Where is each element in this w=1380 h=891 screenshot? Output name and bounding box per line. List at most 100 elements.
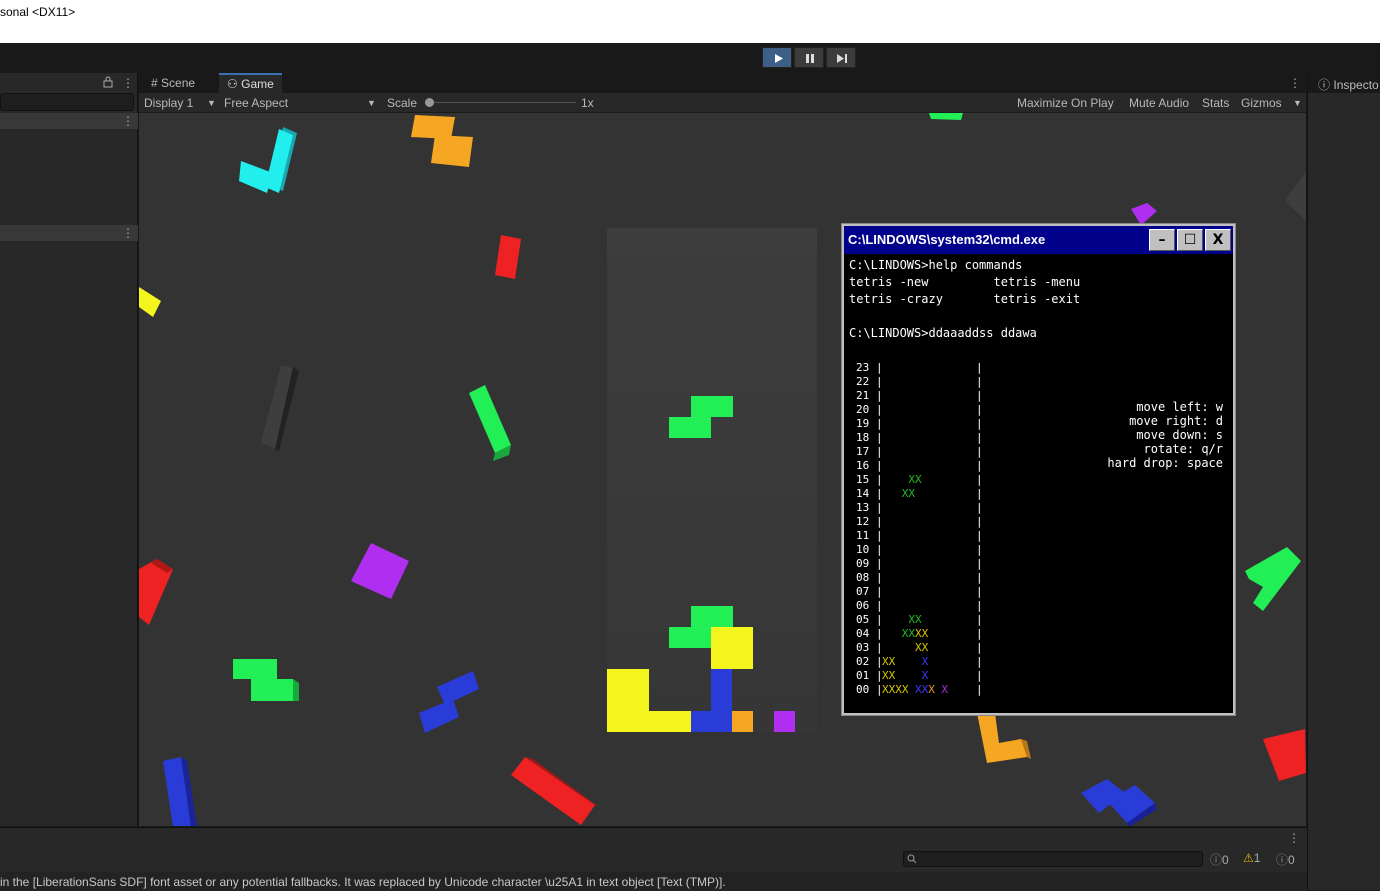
minimize-button[interactable]: –	[1149, 229, 1175, 251]
scale-slider-track[interactable]	[426, 102, 576, 103]
play-button[interactable]	[762, 47, 792, 68]
cmd-grid-cell: XX	[901, 487, 916, 500]
tab-scene[interactable]: # Scene	[143, 73, 203, 93]
cmd-grid-wall: |	[976, 445, 983, 458]
gizmos-toggle[interactable]: Gizmos	[1238, 94, 1285, 112]
aspect-select[interactable]: Free Aspect	[224, 96, 288, 110]
cmd-grid-cell: XX	[882, 669, 896, 682]
close-button[interactable]: X	[1205, 229, 1231, 251]
cmd-control-hint: hard drop: space	[1107, 456, 1223, 470]
cmd-grid-wall: |	[976, 641, 983, 654]
gray-piece-edge	[1285, 171, 1306, 221]
cmd-grid-cell: XX	[908, 473, 922, 486]
info-count[interactable]: ⓘ0	[1210, 851, 1229, 868]
stats-toggle[interactable]: Stats	[1199, 94, 1232, 112]
green-piece-top	[929, 113, 963, 120]
console-message[interactable]: in the [LiberationSans SDF] font asset o…	[0, 872, 1307, 891]
info-icon: ⓘ	[1318, 78, 1331, 92]
console-menu-icon[interactable]: ⋮	[1288, 832, 1300, 844]
scene-row-menu-icon[interactable]: ⋮	[122, 115, 134, 127]
cmd-grid-row-label: 03	[856, 641, 870, 654]
display-select[interactable]: Display 1	[144, 96, 193, 110]
cmd-grid-row-label: 15	[856, 473, 870, 486]
cmd-grid-wall: |	[976, 627, 983, 640]
cmd-grid-wall: |	[876, 641, 883, 654]
cmd-grid-wall: |	[976, 669, 983, 682]
cmd-grid-row-label: 12	[856, 515, 870, 528]
cmd-control-hint: move right: d	[1129, 414, 1223, 428]
orange-z-piece-top	[411, 115, 473, 167]
orange-l-piece	[977, 713, 1031, 763]
tab-inspector[interactable]: ⓘ Inspecto	[1308, 73, 1380, 93]
cmd-grid-wall: |	[976, 431, 983, 444]
hierarchy-header: ⋮	[0, 73, 137, 93]
main-toolbar	[0, 43, 1380, 73]
cmd-grid-row-label: 08	[856, 571, 870, 584]
cmd-grid-wall: |	[876, 431, 883, 444]
tetris-board	[607, 228, 817, 732]
cmd-grid-wall: |	[876, 529, 883, 542]
cmd-grid-wall: |	[876, 375, 883, 388]
cmd-grid-row-label: 14	[856, 487, 870, 500]
cmd-grid-wall: |	[976, 529, 983, 542]
display-dropdown-icon[interactable]: ▼	[207, 98, 216, 108]
cmd-grid-wall: |	[876, 515, 883, 528]
hierarchy-scene-row-2[interactable]: ⋮	[0, 225, 138, 241]
tab-game[interactable]: ⚇ Game	[219, 73, 282, 93]
maximize-button[interactable]: ☐	[1177, 229, 1203, 251]
red-block-small	[495, 235, 521, 279]
cmd-grid-cell: XXXX	[882, 683, 909, 696]
blue-s-piece	[419, 671, 479, 733]
cmd-grid-cell: XX	[915, 683, 929, 696]
scale-slider-handle[interactable]	[425, 98, 434, 107]
cmd-grid-wall: |	[976, 501, 983, 514]
lock-icon[interactable]	[102, 76, 114, 88]
hierarchy-search-input[interactable]	[0, 93, 134, 111]
scale-label: Scale	[387, 96, 418, 110]
error-count[interactable]: ⓘ0	[1276, 851, 1295, 868]
step-button[interactable]	[826, 47, 856, 68]
purple-o-piece	[351, 543, 409, 599]
cmd-grid-cell: XX	[882, 655, 896, 668]
pause-button[interactable]	[794, 47, 824, 68]
close-icon: X	[1212, 232, 1224, 248]
info-circle-icon: ⓘ	[1210, 853, 1223, 867]
cmd-grid-row-label: 00	[856, 683, 870, 696]
console-search-input[interactable]	[903, 851, 1203, 867]
cmd-grid-row-label: 21	[856, 389, 870, 402]
cmd-grid-cell: XX	[901, 627, 916, 640]
hierarchy-scene-row[interactable]: ⋮	[0, 113, 138, 129]
cmd-grid-row-label: 23	[856, 361, 870, 374]
game-view[interactable]: C:\LINDOWS\system32\cmd.exe – ☐ X C:\LIN…	[139, 113, 1306, 826]
cmd-grid-wall: |	[876, 585, 883, 598]
scene-row-2-menu-icon[interactable]: ⋮	[122, 227, 134, 239]
cmd-grid-cell: XX	[915, 641, 929, 654]
cmd-grid-wall: |	[876, 389, 883, 402]
gizmos-dropdown-icon[interactable]: ▼	[1293, 98, 1302, 108]
hierarchy-menu-icon[interactable]: ⋮	[122, 77, 134, 89]
cmd-grid-wall: |	[876, 543, 883, 556]
inspector-panel: ⓘ Inspecto	[1307, 73, 1380, 890]
cmd-grid-wall: |	[876, 613, 883, 626]
cmd-grid-wall: |	[976, 389, 983, 402]
cmd-grid-wall: |	[976, 683, 983, 696]
gray-i-piece	[261, 365, 299, 451]
blue-i-piece	[163, 757, 197, 826]
warning-count[interactable]: ⚠1	[1243, 851, 1260, 865]
cmd-title-text: C:\LINDOWS\system32\cmd.exe	[848, 232, 1046, 247]
warning-icon: ⚠	[1243, 851, 1254, 865]
cmd-grid-row-label: 13	[856, 501, 870, 514]
maximize-on-play-toggle[interactable]: Maximize On Play	[1014, 94, 1117, 112]
aspect-dropdown-icon[interactable]: ▼	[367, 98, 376, 108]
mute-audio-toggle[interactable]: Mute Audio	[1126, 94, 1192, 112]
cmd-grid-row-label: 02	[856, 655, 870, 668]
console-panel: ⋮ ⓘ0 ⚠1 ⓘ0 in the [LiberationSans SDF] f…	[0, 827, 1307, 891]
minimize-icon: –	[1158, 232, 1166, 248]
cmd-titlebar[interactable]: C:\LINDOWS\system32\cmd.exe – ☐ X	[844, 226, 1233, 254]
red-i-piece	[511, 757, 599, 825]
window-title: sonal <DX11>	[0, 5, 76, 19]
red-piece-edge	[139, 559, 173, 625]
game-tab-menu-icon[interactable]: ⋮	[1289, 77, 1301, 89]
cmd-window[interactable]: C:\LINDOWS\system32\cmd.exe – ☐ X C:\LIN…	[841, 223, 1236, 716]
game-toolbar: Display 1 ▼ Free Aspect ▼ Scale 1x Maxim…	[139, 93, 1306, 113]
